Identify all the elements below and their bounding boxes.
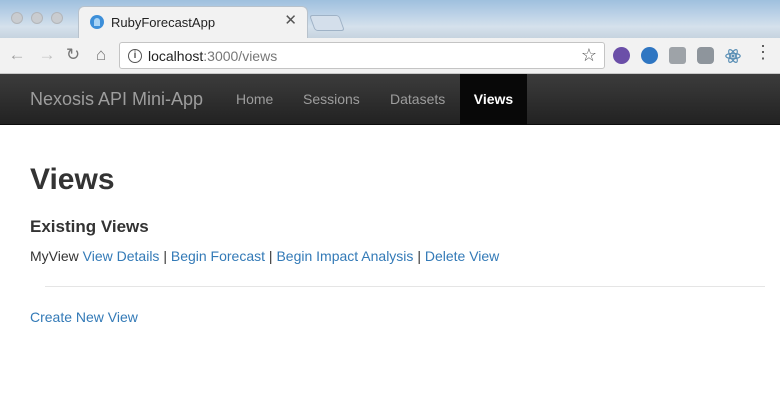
browser-titlebar: RubyForecastApp ✕ <box>0 0 780 38</box>
horizontal-divider <box>45 286 765 287</box>
react-atom-svg <box>725 49 741 63</box>
address-bar[interactable]: i localhost:3000/views ☆ <box>119 42 605 69</box>
window-close-button[interactable] <box>11 12 23 24</box>
section-title: Existing Views <box>30 217 149 236</box>
extension-3-icon[interactable] <box>669 47 686 64</box>
nav-link-home[interactable]: Home <box>221 74 288 125</box>
begin-impact-analysis-link[interactable]: Begin Impact Analysis <box>276 248 413 264</box>
separator: | <box>417 248 421 264</box>
bookmark-star-icon[interactable]: ☆ <box>581 45 597 66</box>
nav-link-sessions[interactable]: Sessions <box>288 74 375 125</box>
separator: | <box>268 248 273 264</box>
react-devtools-icon[interactable] <box>724 47 742 65</box>
kebab-menu-icon[interactable]: ⋮ <box>754 43 772 61</box>
app-navbar: Nexosis API Mini-App Home Sessions Datas… <box>0 74 780 125</box>
view-name: MyView <box>30 248 79 264</box>
extension-2-icon[interactable] <box>641 47 658 64</box>
reload-icon[interactable]: ↻ <box>62 44 84 66</box>
begin-forecast-link[interactable]: Begin Forecast <box>171 248 265 264</box>
view-details-link[interactable]: View Details <box>83 248 160 264</box>
view-row: MyView View Details | Begin Forecast | B… <box>30 248 499 264</box>
delete-view-link[interactable]: Delete View <box>425 248 499 264</box>
extension-1-icon[interactable] <box>613 47 630 64</box>
page-title: Views <box>30 163 115 196</box>
extension-4-icon[interactable] <box>697 47 714 64</box>
browser-tab[interactable]: RubyForecastApp ✕ <box>78 6 308 38</box>
favicon-icon <box>90 15 104 29</box>
window-minimize-button[interactable] <box>31 12 43 24</box>
separator: | <box>163 248 167 264</box>
navbar-brand[interactable]: Nexosis API Mini-App <box>30 89 203 110</box>
new-tab-button[interactable] <box>309 15 345 31</box>
browser-toolbar: ← → ↻ ⌂ i localhost:3000/views ☆ ⋮ <box>0 38 780 74</box>
nav-link-views[interactable]: Views <box>460 74 527 125</box>
window-maximize-button[interactable] <box>51 12 63 24</box>
info-icon[interactable]: i <box>128 49 142 63</box>
nav-link-datasets[interactable]: Datasets <box>375 74 460 125</box>
back-arrow-icon[interactable]: ← <box>6 44 28 66</box>
tab-title: RubyForecastApp <box>111 15 216 30</box>
create-new-view-link[interactable]: Create New View <box>30 309 138 325</box>
forward-arrow-icon[interactable]: → <box>36 44 58 66</box>
url-text[interactable]: localhost:3000/views <box>148 48 277 64</box>
tab-close-icon[interactable]: ✕ <box>284 13 297 28</box>
home-icon[interactable]: ⌂ <box>90 44 112 66</box>
